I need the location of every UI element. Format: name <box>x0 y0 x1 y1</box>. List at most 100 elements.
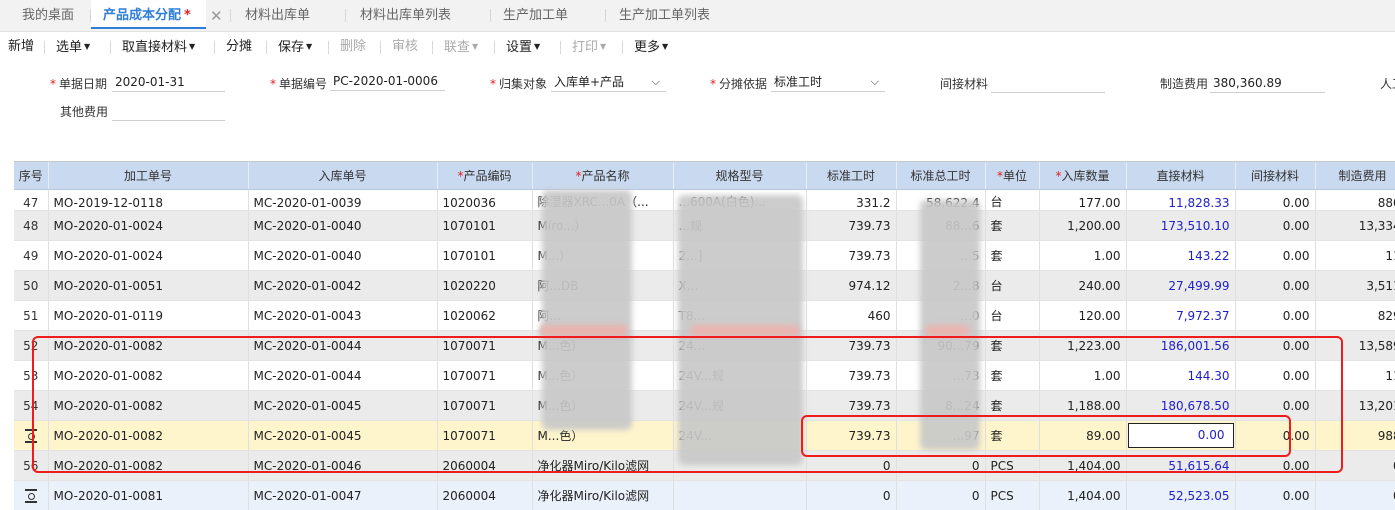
std-hours-cell: 0 <box>806 451 896 481</box>
col-in-no[interactable]: 入库单号 <box>248 162 437 190</box>
order-no-cell: MO-2020-01-0051 <box>48 271 248 301</box>
col-mfg-cost[interactable]: 制造费用 <box>1315 162 1395 190</box>
order-no-cell: MO-2020-01-0024 <box>48 241 248 271</box>
doc-date-field[interactable]: 2020-01-31 <box>112 73 225 92</box>
select-doc-button[interactable]: 选单▼ <box>56 32 90 62</box>
col-seq[interactable]: 序号 <box>14 162 48 190</box>
col-unit[interactable]: *单位 <box>985 162 1039 190</box>
direct-material-cell[interactable]: 11,828.33 <box>1126 190 1235 211</box>
mfg-cost-field[interactable]: 380,360.89 <box>1210 74 1325 93</box>
indirect-material-label: 间接材料 <box>940 75 988 92</box>
toolbar-divider <box>214 41 215 54</box>
tab-divider <box>605 9 606 22</box>
chevron-down-icon: ▼ <box>662 42 668 51</box>
std-hours-cell: 739.73 <box>806 241 896 271</box>
row-seq-cell[interactable]: 49 <box>14 241 48 271</box>
in-no-cell: MC-2020-01-0044 <box>248 361 437 391</box>
direct-material-cell[interactable]: 52,523.05 <box>1126 481 1235 510</box>
col-direct-material[interactable]: 直接材料 <box>1126 162 1235 190</box>
direct-material-cell[interactable]: 27,499.99 <box>1126 271 1235 301</box>
save-button[interactable]: 保存▼ <box>278 32 312 62</box>
tab-production-order[interactable]: 生产加工单 <box>503 0 568 31</box>
col-in-qty[interactable]: *入库数量 <box>1039 162 1126 190</box>
row-seq-cell[interactable]: 51 <box>14 301 48 331</box>
code-cell: 1020036 <box>437 190 532 211</box>
new-button[interactable]: 新增 <box>8 32 34 62</box>
direct-material-cell[interactable]: 0.00 <box>1126 421 1235 451</box>
direct-material-cell[interactable]: 186,001.56 <box>1126 331 1235 361</box>
in-no-cell: MC-2020-01-0040 <box>248 241 437 271</box>
in-qty-cell: 240.00 <box>1039 271 1126 301</box>
collect-target-label-text: 归集对象 <box>499 77 547 91</box>
tab-material-issue[interactable]: 材料出库单 <box>245 0 310 31</box>
col-code[interactable]: *产品编码 <box>437 162 532 190</box>
row-seq-cell[interactable]: 48 <box>14 211 48 241</box>
direct-material-cell[interactable]: 7,972.37 <box>1126 301 1235 331</box>
direct-material-cell[interactable]: 51,615.64 <box>1126 451 1235 481</box>
required-mark: * <box>710 77 716 91</box>
header-form: *单据日期 2020-01-31 *单据编号 PC-2020-01-0006 *… <box>10 62 1395 160</box>
row-seq-cell[interactable]: 52 <box>14 331 48 361</box>
order-no-cell: MO-2020-01-0082 <box>48 391 248 421</box>
table-row[interactable]: MO-2020-01-0081MC-2020-01-00472060004净化器… <box>14 481 1395 510</box>
order-no-cell: MO-2020-01-0082 <box>48 331 248 361</box>
delete-button[interactable]: 删除 <box>340 32 366 62</box>
settings-button[interactable]: 设置▼ <box>506 32 540 62</box>
row-seq-cell[interactable] <box>14 421 48 451</box>
col-indirect-material[interactable]: 间接材料 <box>1235 162 1315 190</box>
direct-material-cell[interactable]: 144.30 <box>1126 361 1235 391</box>
in-no-cell: MC-2020-01-0043 <box>248 301 437 331</box>
unit-cell: 台 <box>985 301 1039 331</box>
mfg-cost-cell: 11. <box>1315 361 1395 391</box>
doc-no-field[interactable]: PC-2020-01-0006 <box>330 72 445 91</box>
std-hours-cell: 974.12 <box>806 271 896 301</box>
mfg-cost-cell: 13,589. <box>1315 331 1395 361</box>
col-std-total-hours[interactable]: 标准总工时 <box>896 162 985 190</box>
other-cost-field[interactable] <box>112 102 225 121</box>
row-seq-cell[interactable]: 54 <box>14 391 48 421</box>
mfg-cost-cell: 829. <box>1315 301 1395 331</box>
tab-cost-allocation[interactable]: 产品成本分配* <box>91 0 206 29</box>
row-seq-cell[interactable] <box>14 481 48 510</box>
query-label: 联查 <box>444 40 470 55</box>
code-cell: 1070071 <box>437 331 532 361</box>
col-spec[interactable]: 规格型号 <box>673 162 806 190</box>
alloc-basis-select[interactable]: 标准工时⌵ <box>771 73 885 92</box>
in-no-cell: MC-2020-01-0044 <box>248 331 437 361</box>
more-label: 更多 <box>634 40 660 55</box>
unit-cell: 套 <box>985 391 1039 421</box>
col-name[interactable]: *产品名称 <box>532 162 673 190</box>
in-no-cell: MC-2020-01-0039 <box>248 190 437 211</box>
close-tab-icon[interactable]: ✕ <box>210 0 223 32</box>
query-button[interactable]: 联查▼ <box>444 32 478 62</box>
direct-material-input[interactable]: 0.00 <box>1128 423 1234 448</box>
print-button[interactable]: 打印▼ <box>572 32 606 62</box>
audit-button[interactable]: 审核 <box>392 32 418 62</box>
redaction-mask <box>540 325 628 336</box>
product-name-cell: 净化器Miro/Kilo滤网 <box>532 451 673 481</box>
row-seq-cell[interactable]: 47 <box>14 190 48 211</box>
row-seq-cell[interactable]: 56 <box>14 451 48 481</box>
row-seq-cell[interactable]: 50 <box>14 271 48 301</box>
col-std-hours[interactable]: 标准工时 <box>806 162 896 190</box>
labor-cost-label: 人工 <box>1380 75 1395 92</box>
direct-material-cell[interactable]: 143.22 <box>1126 241 1235 271</box>
allocate-button[interactable]: 分摊 <box>226 32 252 62</box>
tab-production-order-list[interactable]: 生产加工单列表 <box>619 0 710 31</box>
row-insert-icon[interactable] <box>24 429 38 443</box>
collect-target-select[interactable]: 入库单+产品⌵ <box>551 73 666 92</box>
row-seq-cell[interactable]: 53 <box>14 361 48 391</box>
fetch-material-button[interactable]: 取直接材料▼ <box>122 32 195 62</box>
code-cell: 1070101 <box>437 211 532 241</box>
col-order-no[interactable]: 加工单号 <box>48 162 248 190</box>
direct-material-cell[interactable]: 173,510.10 <box>1126 211 1235 241</box>
more-button[interactable]: 更多▼ <box>634 32 668 62</box>
tab-my-desktop[interactable]: 我的桌面 <box>22 0 74 31</box>
direct-material-cell[interactable]: 180,678.50 <box>1126 391 1235 421</box>
tab-material-issue-list[interactable]: 材料出库单列表 <box>360 0 451 31</box>
indirect-material-cell: 0.00 <box>1235 451 1315 481</box>
indirect-material-field[interactable] <box>991 74 1105 93</box>
row-insert-icon[interactable] <box>24 489 38 503</box>
in-qty-cell: 1,188.00 <box>1039 391 1126 421</box>
unit-cell: 套 <box>985 361 1039 391</box>
